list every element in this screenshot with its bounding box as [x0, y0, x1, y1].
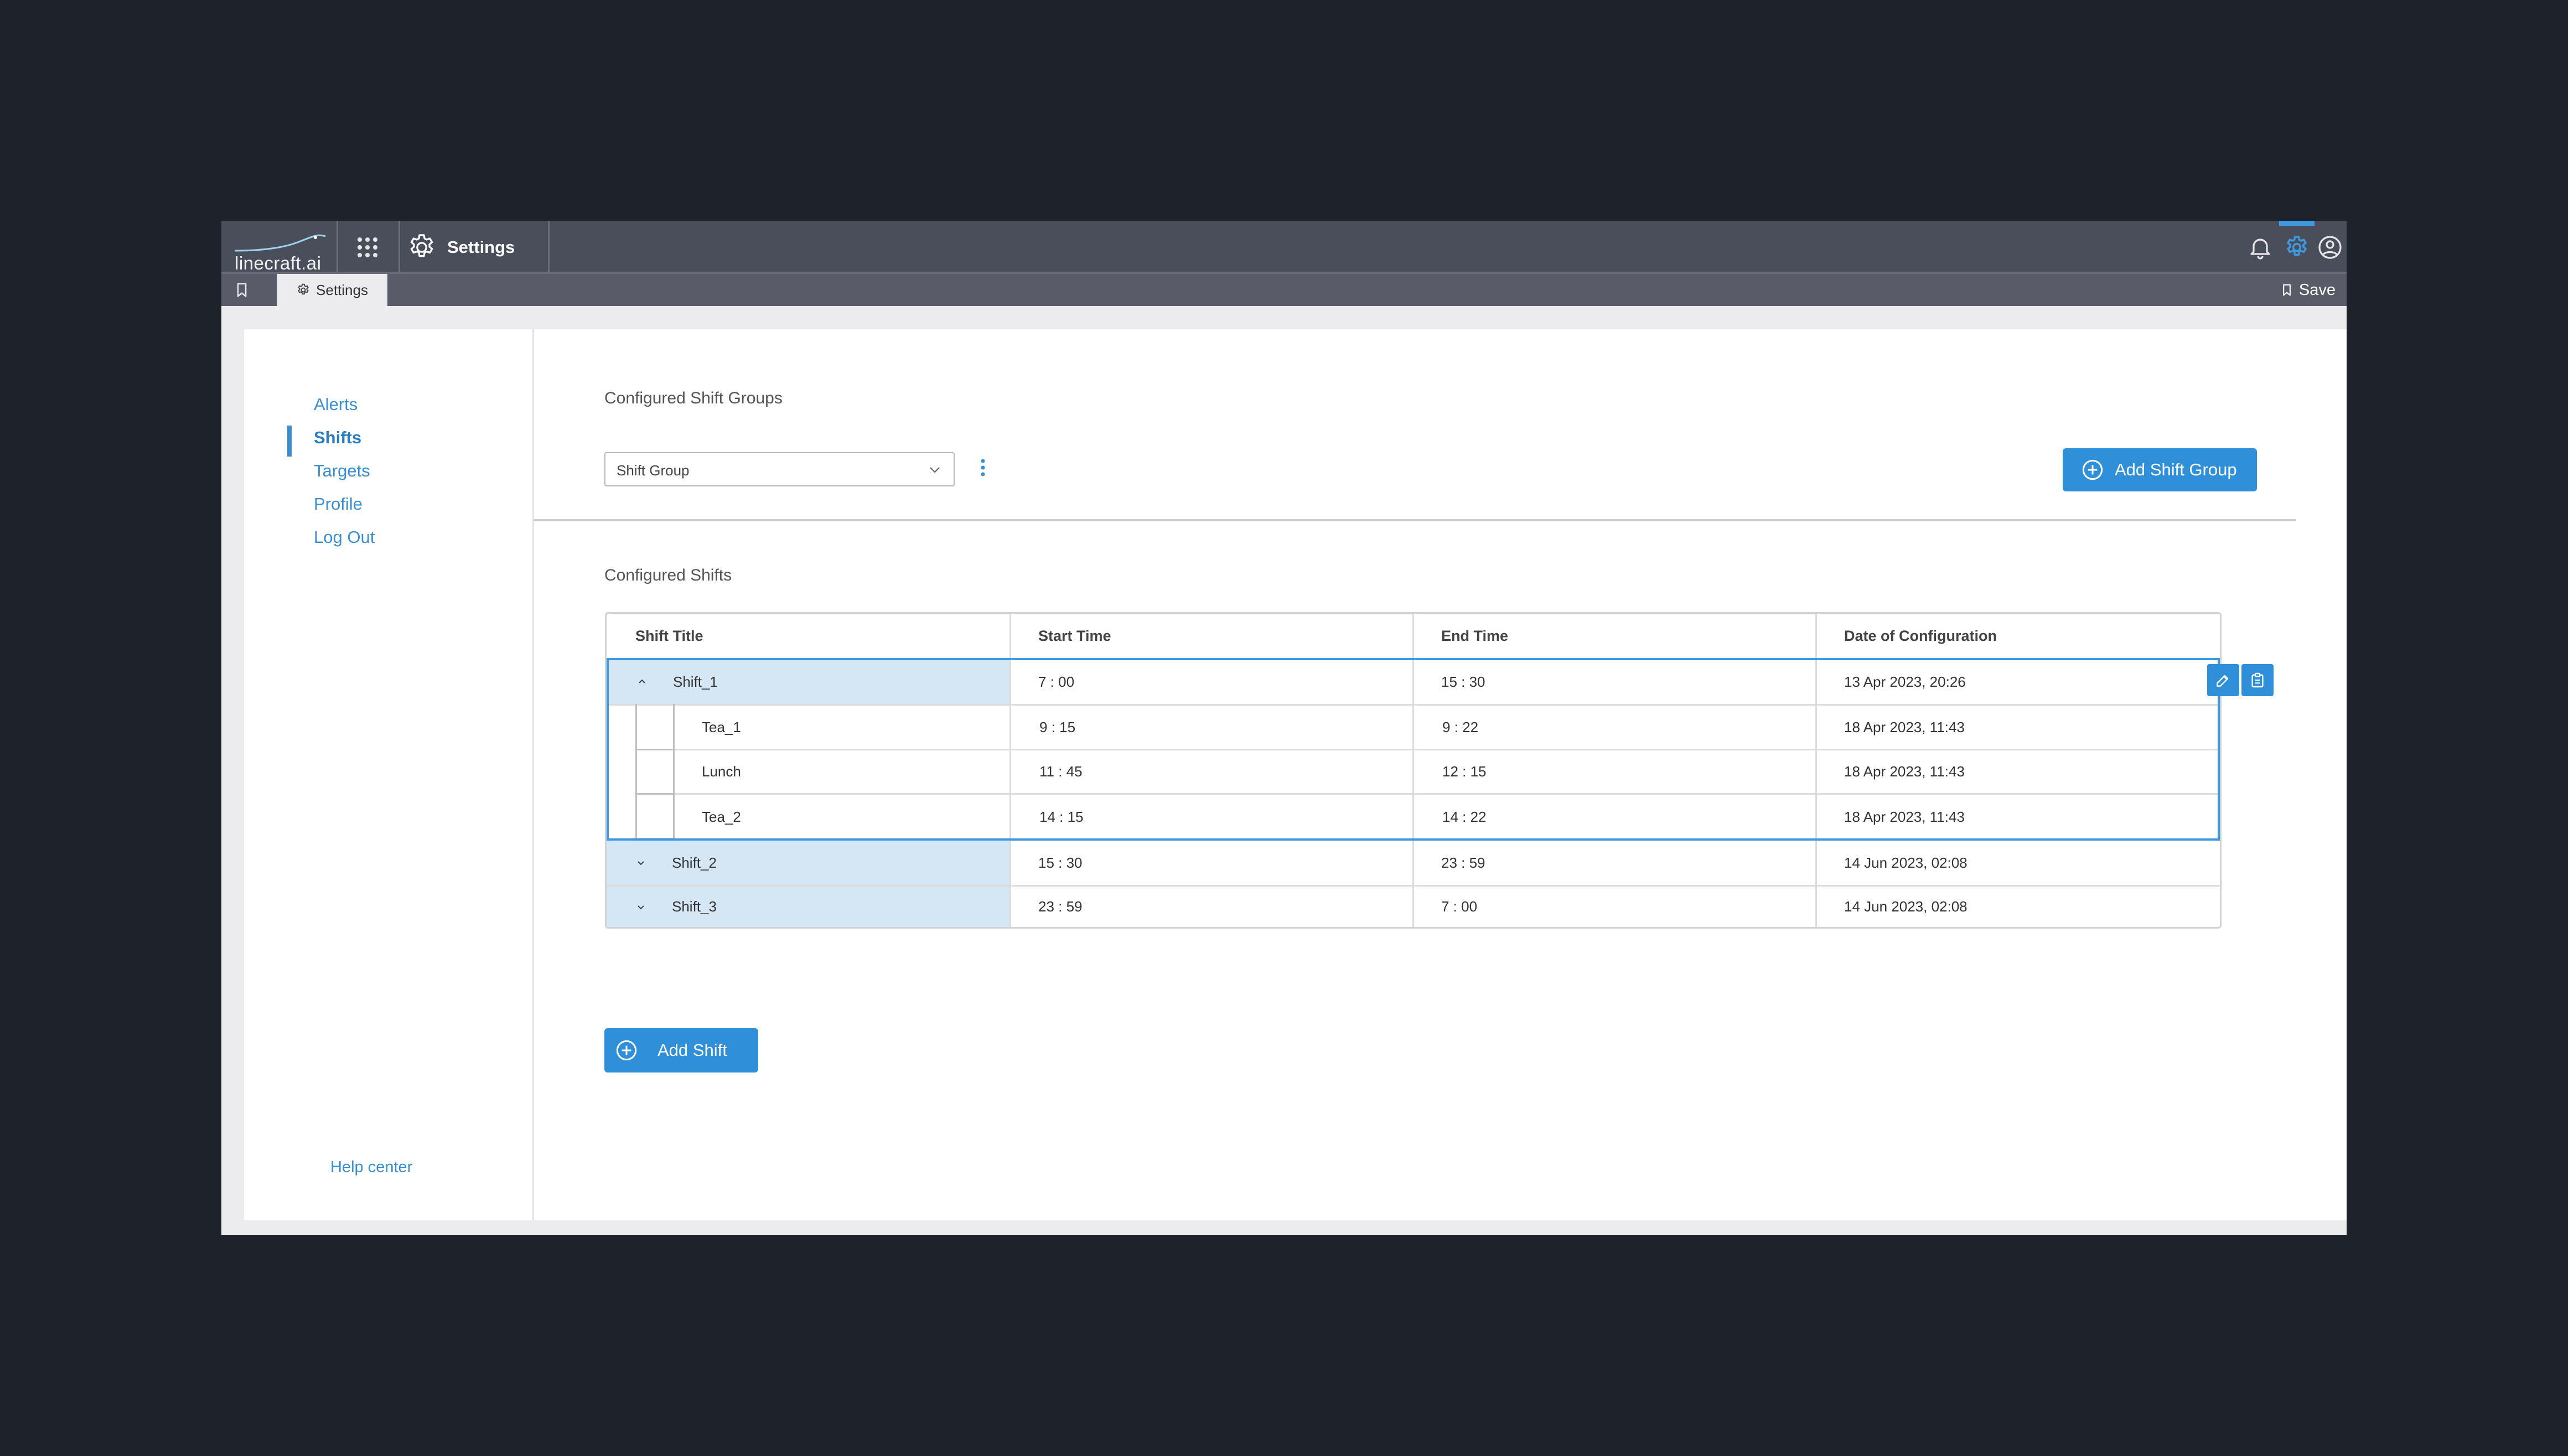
column-header-title[interactable]: Shift Title [635, 614, 1009, 658]
gear-icon [410, 234, 433, 257]
date-config-cell: 13 Apr 2023, 20:26 [1844, 673, 1966, 690]
gear-icon [298, 283, 309, 295]
tab-settings[interactable]: Settings [277, 274, 387, 306]
start-time-cell: 9 : 15 [1039, 718, 1076, 735]
break-title-cell: Tea_2 [702, 808, 741, 825]
tree-connector [635, 749, 673, 750]
grid-line [1412, 614, 1414, 927]
shift-groups-title: Configured Shift Groups [604, 389, 783, 407]
end-time-cell: 15 : 30 [1441, 673, 1485, 690]
linecraft-logo[interactable]: linecraft.ai [232, 232, 327, 273]
column-header-start[interactable]: Start Time [1038, 614, 1412, 658]
start-time-cell: 15 : 30 [1038, 854, 1083, 871]
tab-bar: Settings Save [221, 274, 2347, 306]
plus-circle-icon [616, 1040, 637, 1061]
help-center-link[interactable]: Help center [330, 1158, 412, 1177]
date-config-cell: 18 Apr 2023, 11:43 [1844, 763, 1965, 780]
section-divider [534, 519, 2296, 521]
chevron-down-icon[interactable] [634, 900, 648, 914]
column-header-end[interactable]: End Time [1441, 614, 1815, 658]
user-account-icon[interactable] [2317, 234, 2343, 261]
bell-icon[interactable] [2247, 234, 2274, 261]
row-actions [2207, 664, 2276, 698]
break-title-cell: Lunch [702, 763, 741, 780]
topbar-separator [336, 221, 338, 274]
add-shift-group-label: Add Shift Group [2115, 460, 2237, 479]
shifts-title: Configured Shifts [604, 566, 732, 584]
date-config-cell: 18 Apr 2023, 11:43 [1844, 808, 1965, 825]
logo-text: linecraft.ai [235, 253, 322, 273]
tree-connector [635, 793, 673, 795]
clipboard-icon [2251, 672, 2264, 688]
end-time-cell: 9 : 22 [1442, 718, 1479, 735]
edit-icon [2217, 675, 2229, 687]
tab-label: Settings [316, 281, 368, 298]
end-time-cell: 23 : 59 [1441, 854, 1485, 871]
chevron-down-icon[interactable] [634, 856, 648, 869]
shift-title-cell: Shift_1 [673, 673, 718, 690]
column-header-date[interactable]: Date of Configuration [1844, 614, 2218, 658]
module-title: Settings [447, 237, 515, 257]
start-time-cell: 7 : 00 [1038, 673, 1075, 690]
tree-connector [673, 704, 675, 840]
top-bar: linecraft.ai Settings [221, 221, 2347, 274]
plus-circle-icon [2082, 459, 2103, 480]
save-label: Save [2298, 281, 2336, 299]
grid-line [1815, 614, 1817, 927]
add-shift-group-button[interactable]: Add Shift Group [2063, 448, 2257, 491]
save-button[interactable]: Save [2279, 274, 2336, 306]
active-nav-indicator [287, 426, 292, 457]
date-config-cell: 14 Jun 2023, 02:08 [1844, 898, 1968, 915]
shift-title-cell: Shift_2 [672, 854, 717, 871]
break-title-cell: Tea_1 [702, 718, 741, 735]
edit-shift-button[interactable] [2207, 664, 2239, 696]
app-window: linecraft.ai Settings Settings Save Aler… [221, 221, 2347, 1235]
add-shift-label: Add Shift [657, 1040, 727, 1060]
shift-group-select[interactable]: Shift Group [604, 452, 955, 486]
tree-connector [635, 704, 637, 840]
end-time-cell: 14 : 22 [1442, 808, 1487, 825]
sidebar-item-alerts[interactable]: Alerts [314, 395, 358, 414]
bookmark-icon[interactable] [232, 279, 251, 300]
date-config-cell: 18 Apr 2023, 11:43 [1844, 718, 1965, 735]
kebab-menu-icon[interactable] [976, 454, 990, 481]
settings-panel: Alerts Shifts Targets Profile Log Out He… [244, 329, 2347, 1220]
chevron-down-icon [930, 467, 940, 473]
shift-group-select-value: Shift Group [617, 462, 690, 479]
settings-module-header[interactable]: Settings [398, 221, 548, 274]
sidebar-item-targets[interactable]: Targets [314, 461, 370, 481]
topbar-separator [548, 221, 550, 274]
sidebar-item-logout[interactable]: Log Out [314, 527, 375, 547]
start-time-cell: 14 : 15 [1039, 808, 1084, 825]
start-time-cell: 23 : 59 [1038, 898, 1083, 915]
date-config-cell: 14 Jun 2023, 02:08 [1844, 854, 1968, 871]
add-shift-button[interactable]: Add Shift [604, 1028, 758, 1072]
active-indicator [2279, 221, 2315, 226]
chevron-up-icon[interactable] [635, 675, 649, 688]
sidebar-item-profile[interactable]: Profile [314, 494, 363, 514]
end-time-cell: 12 : 15 [1442, 763, 1487, 780]
app-grid-icon[interactable] [354, 234, 381, 261]
delete-shift-button[interactable] [2241, 664, 2274, 696]
bookmark-icon [2283, 284, 2291, 296]
settings-sidebar: Alerts Shifts Targets Profile Log Out He… [244, 329, 534, 1220]
shifts-table: Shift Title Start Time End Time Date of … [605, 612, 2222, 929]
end-time-cell: 7 : 00 [1441, 898, 1478, 915]
tree-connector [635, 838, 673, 840]
grid-line [1009, 614, 1011, 927]
logo-curve-icon [234, 234, 326, 252]
sidebar-item-shifts[interactable]: Shifts [314, 428, 361, 448]
shift-title-cell: Shift_3 [672, 898, 717, 915]
settings-gear-icon[interactable] [2284, 234, 2310, 261]
start-time-cell: 11 : 45 [1039, 763, 1083, 780]
